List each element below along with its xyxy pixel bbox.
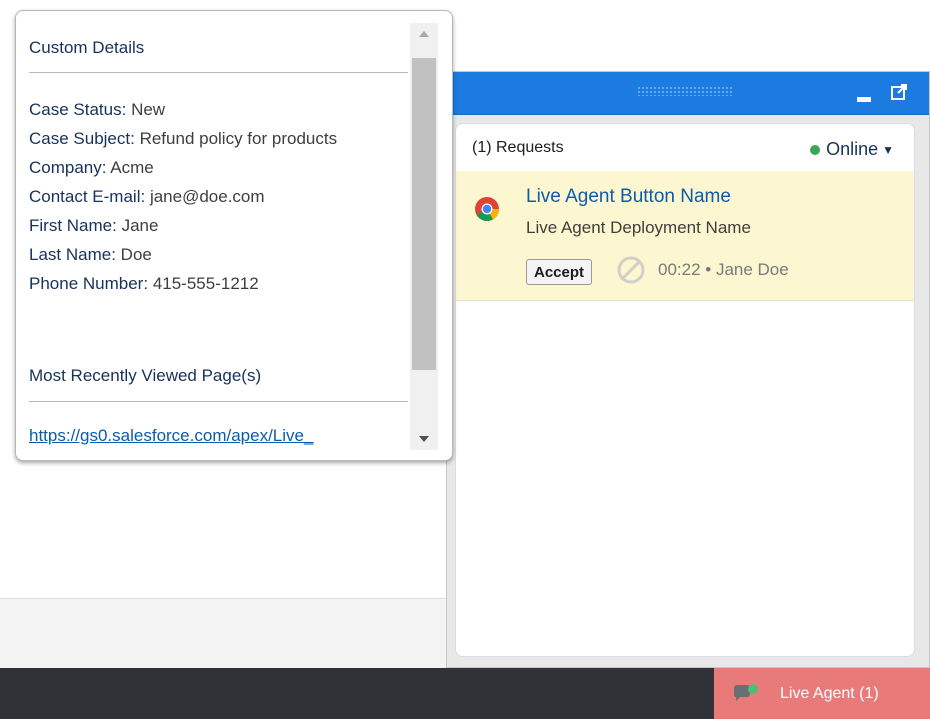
minimize-button[interactable]	[857, 82, 875, 102]
detail-contact-email: Contact E-mail: jane@doe.com	[29, 187, 265, 206]
deployment-name: Live Agent Deployment Name	[526, 218, 751, 237]
requests-header: (1) Requests Online ▼	[456, 124, 914, 171]
request-title-link[interactable]: Live Agent Button Name	[526, 186, 731, 208]
custom-details-title: Custom Details	[29, 38, 145, 57]
chrome-icon	[475, 197, 499, 222]
scroll-down-icon[interactable]	[410, 428, 438, 450]
live-agent-tab-label: Live Agent (1)	[780, 684, 879, 702]
detail-case-status: Case Status: New	[29, 100, 166, 119]
recent-page-link[interactable]: https://gs0.salesforce.com/apex/Live_	[29, 426, 313, 446]
online-status-icon	[810, 144, 821, 155]
live-agent-utility-tab[interactable]: Live Agent (1)	[714, 668, 930, 719]
requests-container: (1) Requests Online ▼ Live Agent Button …	[455, 123, 915, 657]
divider	[29, 72, 408, 73]
detail-first-name: First Name: Jane	[29, 216, 159, 235]
detail-last-name: Last Name: Doe	[29, 245, 152, 264]
scroll-up-icon[interactable]	[410, 23, 438, 45]
chat-icon	[734, 683, 758, 701]
panel-header[interactable]	[447, 72, 929, 115]
details-list: Case Status: New Case Subject: Refund po…	[29, 95, 409, 298]
live-agent-panel: (1) Requests Online ▼ Live Agent Button …	[446, 71, 930, 668]
status-label: Online	[826, 139, 879, 159]
detail-case-subject: Case Subject: Refund policy for products	[29, 129, 338, 148]
accept-button[interactable]: Accept	[526, 259, 593, 285]
detail-company: Company: Acme	[29, 158, 154, 177]
recent-pages-title: Most Recently Viewed Page(s)	[29, 366, 262, 385]
divider	[29, 401, 408, 402]
status-dropdown[interactable]: Online ▼	[810, 139, 894, 160]
popout-icon[interactable]	[891, 84, 907, 100]
scroll-thumb[interactable]	[412, 58, 436, 370]
detail-phone-number: Phone Number: 415-555-1212	[29, 274, 259, 293]
drag-handle[interactable]	[637, 86, 733, 96]
scrollbar[interactable]	[410, 23, 438, 450]
request-wait-time: 00:22 • Jane Doe	[658, 260, 789, 279]
requests-count: (1) Requests	[472, 139, 564, 156]
decline-icon[interactable]	[616, 255, 646, 285]
caret-down-icon: ▼	[882, 142, 894, 157]
custom-details-popover: Custom Details Case Status: New Case Sub…	[15, 10, 453, 461]
chat-request-item[interactable]: Live Agent Button Name Live Agent Deploy…	[456, 171, 914, 301]
